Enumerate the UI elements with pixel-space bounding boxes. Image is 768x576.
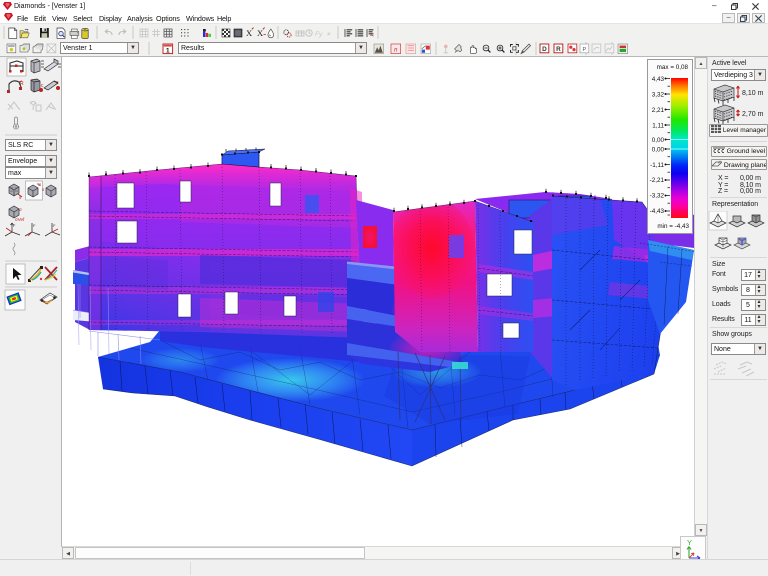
svg-text:max = 0,08: max = 0,08 [657, 64, 689, 71]
svg-text:F: F [53, 223, 56, 228]
svg-text:-4,43: -4,43 [650, 208, 665, 215]
svg-text:-3,32: -3,32 [650, 193, 665, 200]
svg-text:σVef: σVef [15, 217, 25, 222]
svg-text:0,00: 0,00 [652, 137, 665, 144]
svg-text:Fy: Fy [315, 31, 323, 38]
svg-text:-1,11: -1,11 [650, 162, 664, 169]
svg-text:R: R [20, 81, 24, 87]
svg-text:4,43: 4,43 [652, 76, 665, 83]
svg-text:s: s [19, 195, 22, 200]
svg-text:σ: σ [19, 207, 22, 212]
svg-text:min = -4,43: min = -4,43 [657, 223, 689, 230]
svg-text:3,32: 3,32 [652, 92, 665, 99]
svg-text:≠: ≠ [327, 31, 331, 38]
svg-text:0,00: 0,00 [652, 147, 665, 154]
svg-text:s: s [42, 187, 45, 192]
svg-text:2,70 m: 2,70 m [742, 111, 764, 118]
svg-text:R: R [556, 46, 561, 53]
svg-text:F: F [13, 223, 16, 228]
svg-text:-2,21: -2,21 [650, 177, 665, 184]
svg-text:F: F [33, 223, 36, 228]
svg-text:8,10 m: 8,10 m [742, 90, 764, 97]
svg-text:Χ: Χ [246, 28, 252, 38]
svg-text:2,21: 2,21 [652, 107, 665, 114]
svg-text:P: P [583, 47, 587, 53]
svg-text:1: 1 [166, 47, 170, 54]
svg-text:Χ: Χ [257, 28, 263, 38]
svg-text:1,11: 1,11 [652, 123, 664, 130]
svg-text:Y: Y [687, 538, 692, 547]
svg-text:D: D [542, 46, 547, 53]
